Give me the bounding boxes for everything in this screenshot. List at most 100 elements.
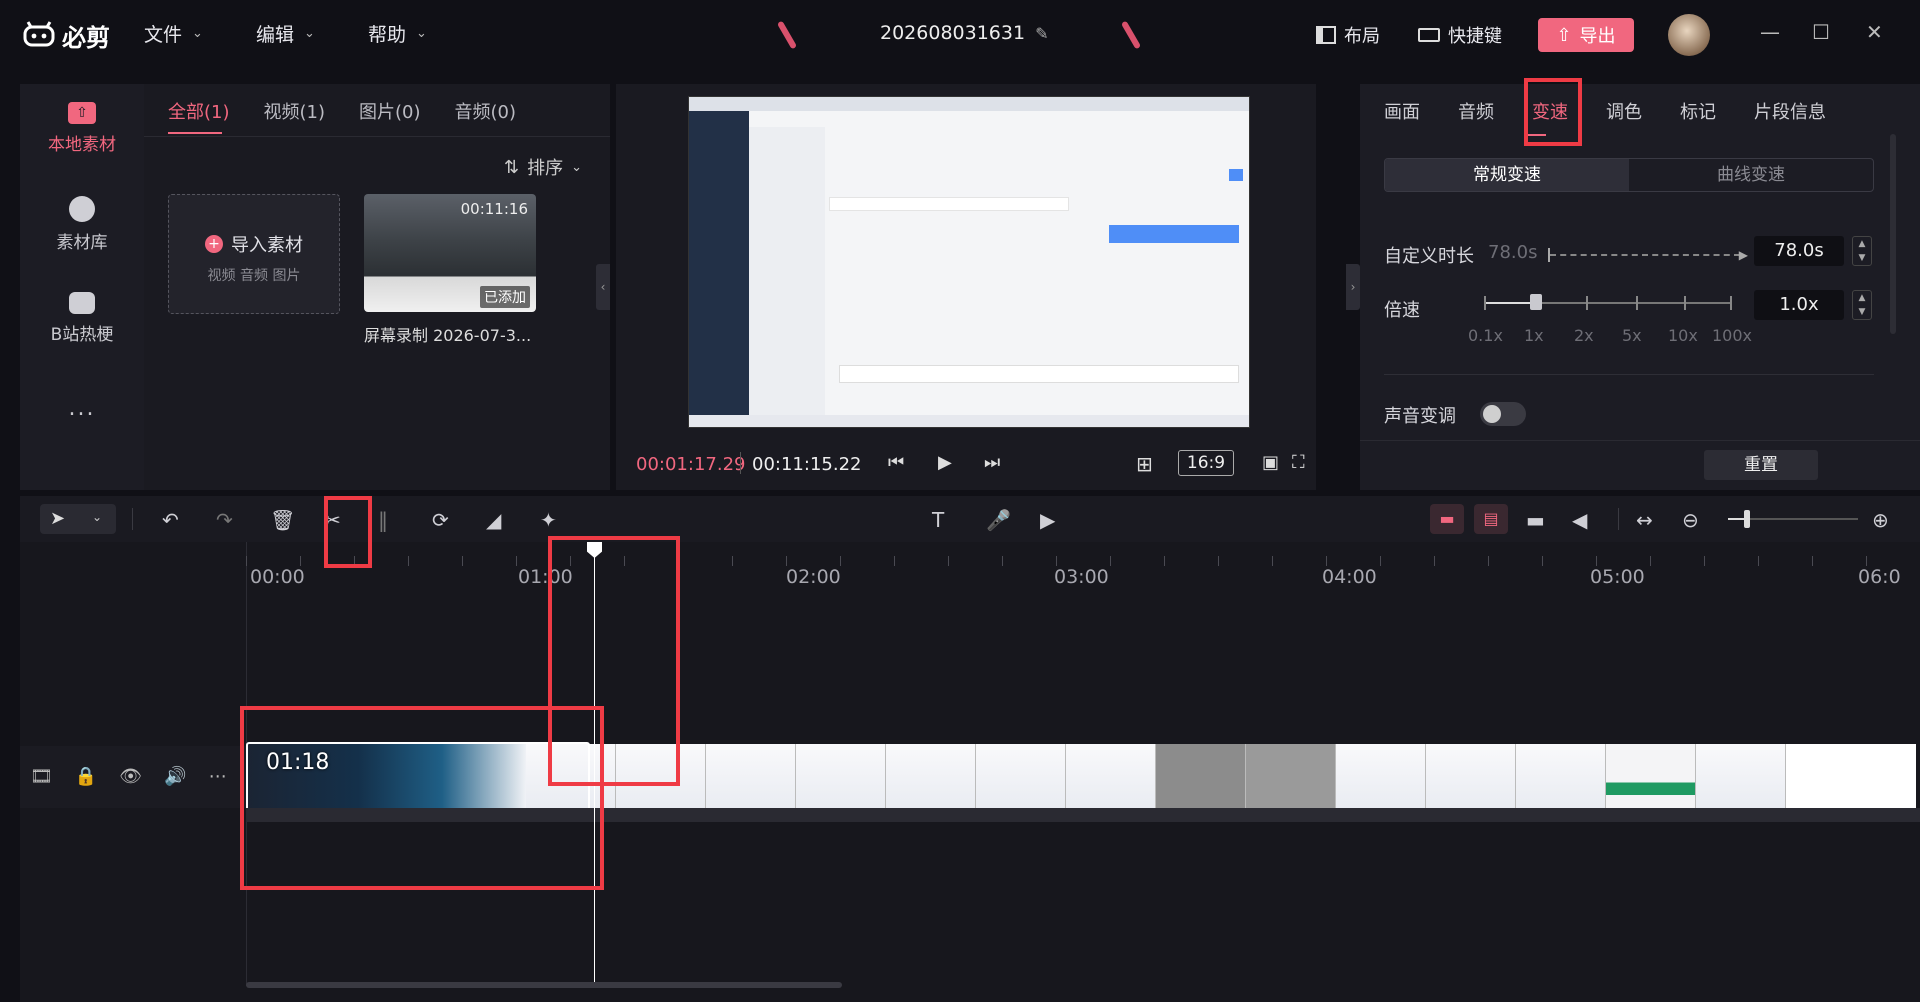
microphone-icon[interactable]: 🎤 <box>986 508 1011 532</box>
project-title[interactable]: 202608031631 ✎ <box>880 22 1048 44</box>
tick <box>1730 296 1732 310</box>
mirror-icon[interactable]: ◢ <box>486 508 501 532</box>
play-icon[interactable]: ▶ <box>938 452 952 473</box>
zoom-slider-handle[interactable] <box>1744 510 1750 528</box>
undo-icon[interactable]: ↶ <box>162 508 179 532</box>
duration-slider[interactable]: ▶ <box>1548 248 1748 262</box>
decorative-slash-right <box>1120 20 1142 50</box>
project-title-text: 202608031631 <box>880 22 1026 44</box>
nav-bilibili-memes[interactable]: B站热梗 <box>20 292 144 345</box>
snapshot-icon[interactable]: ▣ <box>1262 452 1279 473</box>
zoom-out-icon[interactable]: ⊖ <box>1682 508 1699 532</box>
speed-scale-label: 1x <box>1524 326 1544 345</box>
nav-material-library-label: 素材库 <box>56 233 108 253</box>
more-icon[interactable]: ⋯ <box>209 766 227 787</box>
crop-icon[interactable]: ⊞ <box>1136 452 1153 476</box>
menu-help[interactable]: 帮助 ⌄ <box>368 20 427 47</box>
close-icon[interactable]: ✕ <box>1866 20 1883 44</box>
edit-icon[interactable]: ✎ <box>1035 24 1048 43</box>
next-frame-icon[interactable]: ⏭ <box>984 452 1000 473</box>
fullscreen-icon[interactable]: ⛶ <box>1292 452 1305 473</box>
zoom-slider[interactable] <box>1728 510 1858 528</box>
delete-icon[interactable]: 🗑 <box>270 508 295 532</box>
speed-slider[interactable] <box>1484 294 1732 310</box>
pin-icon[interactable]: ✦ <box>540 508 557 532</box>
divider <box>1384 374 1874 375</box>
speed-slider-handle[interactable] <box>1530 294 1542 310</box>
fit-timeline-icon[interactable]: ↔ <box>1636 508 1653 532</box>
export-button[interactable]: ⇧ 导出 <box>1538 18 1634 52</box>
tab-frame[interactable]: 画面 <box>1384 98 1420 124</box>
import-media-button[interactable]: + 导入素材 视频 音频 图片 <box>168 194 340 314</box>
zoom-in-icon[interactable]: ⊕ <box>1872 508 1889 532</box>
speed-mode-switch: 常规变速 曲线变速 <box>1384 158 1874 192</box>
tab-image[interactable]: 图片(0) <box>359 98 421 124</box>
highlight-box-split <box>324 496 372 568</box>
clip-duration: 00:11:16 <box>460 200 528 218</box>
speed-scale-label: 2x <box>1574 326 1594 345</box>
snap-toggle-icon[interactable]: ▬ <box>1430 504 1464 534</box>
speed-stepper[interactable]: ▲ ▼ <box>1852 290 1872 320</box>
menu-edit[interactable]: 编辑 ⌄ <box>256 20 315 47</box>
audio-separate-icon[interactable]: ◀ <box>1572 508 1587 532</box>
timeline-toolbar: ➤ ⌄ ↶ ↷ 🗑 ✂ ‖ ⟳ ◢ ✦ T 🎤 ▶ ▬ ▤ ▬ ◀ ↔ ⊖ ⊕ <box>20 496 1920 542</box>
timeline-scrollbar[interactable] <box>246 982 842 988</box>
curve-speed-option[interactable]: 曲线变速 <box>1629 159 1873 191</box>
sort-button[interactable]: ⇅ 排序 ⌄ <box>504 154 582 180</box>
timeline-ruler[interactable]: 00:00 01:00 02:00 03:00 04:00 05:00 06:0 <box>246 556 1920 588</box>
media-clip-thumbnail[interactable]: 00:11:16 已添加 <box>364 194 536 312</box>
maximize-icon[interactable]: ☐ <box>1812 20 1830 44</box>
clip-frame <box>796 744 886 808</box>
select-tool-dropdown[interactable]: ➤ ⌄ <box>40 504 116 534</box>
speed-scale-label: 10x <box>1668 326 1698 345</box>
collapse-right-icon[interactable]: › <box>1346 264 1360 310</box>
speed-input[interactable]: 1.0x <box>1754 290 1844 320</box>
tab-color[interactable]: 调色 <box>1606 98 1642 124</box>
scrollbar[interactable] <box>1890 134 1896 334</box>
property-tabs: 画面 音频 变速 调色 标记 片段信息 <box>1384 98 1826 124</box>
sort-icon: ⇅ <box>504 156 520 178</box>
rotate-icon[interactable]: ⟳ <box>432 508 449 532</box>
shortcut-button[interactable]: 快捷键 <box>1418 22 1502 48</box>
tab-video[interactable]: 视频(1) <box>264 98 326 124</box>
duration-stepper[interactable]: ▲ ▼ <box>1852 236 1872 266</box>
reset-button[interactable]: 重置 <box>1704 450 1818 480</box>
avatar[interactable] <box>1668 14 1710 56</box>
custom-duration-input[interactable]: 78.0s <box>1754 236 1844 266</box>
minimize-icon[interactable]: — <box>1760 20 1780 44</box>
cursor-icon: ➤ <box>50 508 66 529</box>
normal-speed-option[interactable]: 常规变速 <box>1385 159 1629 191</box>
tab-clip-info[interactable]: 片段信息 <box>1754 98 1826 124</box>
ruler-label: 06:0 <box>1858 566 1901 588</box>
tab-audio[interactable]: 音频(0) <box>455 98 517 124</box>
film-track-icon[interactable]: 🎞 <box>30 766 53 787</box>
clip-frame <box>706 744 796 808</box>
tab-audio-props[interactable]: 音频 <box>1458 98 1494 124</box>
nav-more[interactable]: ... <box>20 396 144 421</box>
nav-material-library[interactable]: 素材库 <box>20 196 144 253</box>
eye-icon[interactable]: 👁 <box>119 766 142 787</box>
prev-frame-icon[interactable]: ⏮ <box>888 452 904 473</box>
text-recognize-icon[interactable]: T <box>932 508 944 532</box>
time-separator <box>740 452 741 474</box>
import-title: 导入素材 <box>231 235 303 256</box>
link-toggle-icon[interactable]: ▤ <box>1474 504 1508 534</box>
nav-local-media[interactable]: ⇧ 本地素材 <box>20 102 144 155</box>
tab-marker[interactable]: 标记 <box>1680 98 1716 124</box>
upload-folder-icon: ⇧ <box>68 102 96 124</box>
aspect-ratio-button[interactable]: 16:9 <box>1178 450 1234 476</box>
pitch-toggle[interactable] <box>1480 402 1526 426</box>
layout-button[interactable]: 布局 <box>1316 22 1380 48</box>
volume-icon[interactable]: 🔊 <box>164 766 186 787</box>
collapse-left-icon[interactable]: ‹ <box>596 264 610 310</box>
preview-axis-icon[interactable]: ▬ <box>1526 508 1545 532</box>
ruler-label: 04:00 <box>1322 566 1377 588</box>
tab-all[interactable]: 全部(1) <box>168 98 230 124</box>
freeze-frame-icon[interactable]: ‖ <box>378 508 388 532</box>
clip-frame <box>976 744 1066 808</box>
camera-record-icon[interactable]: ▶ <box>1040 508 1055 532</box>
menu-file[interactable]: 文件 ⌄ <box>144 20 203 47</box>
media-tabs: 全部(1) 视频(1) 图片(0) 音频(0) <box>168 98 516 124</box>
lock-icon[interactable]: 🔒 <box>75 766 97 787</box>
redo-icon[interactable]: ↷ <box>216 508 233 532</box>
